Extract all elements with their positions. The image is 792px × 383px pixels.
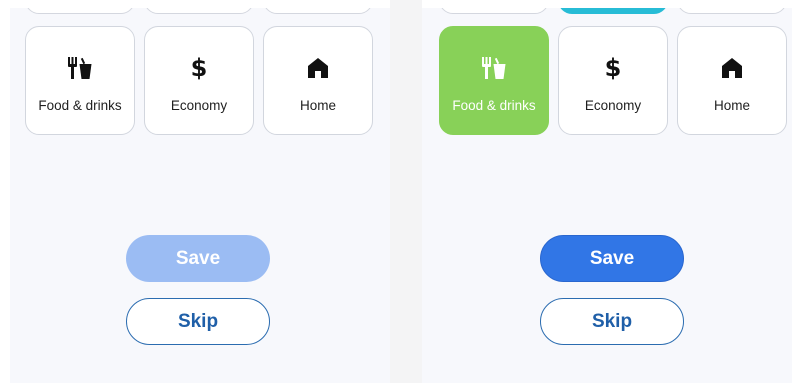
- category-card-food-drinks[interactable]: Food & drinks: [439, 26, 549, 135]
- category-card-home[interactable]: Home: [677, 26, 787, 135]
- save-button[interactable]: Save: [540, 235, 684, 282]
- fork-and-drink-icon: [65, 53, 95, 83]
- previous-row-card[interactable]: [677, 8, 787, 14]
- dollar-icon: $: [190, 54, 208, 82]
- category-card-economy[interactable]: $ Economy: [144, 26, 254, 135]
- category-label: Food & drinks: [38, 98, 122, 113]
- house-icon: [303, 53, 333, 83]
- previous-row-card[interactable]: [25, 8, 135, 14]
- house-icon: [717, 53, 747, 83]
- previous-row-card[interactable]: [439, 8, 549, 14]
- left-screen: Food & drinks $ Economy Home Save Skip: [10, 8, 390, 383]
- previous-row-card[interactable]: [144, 8, 254, 14]
- category-label: Food & drinks: [452, 98, 536, 113]
- category-label: Economy: [170, 98, 228, 113]
- fork-and-drink-icon: [479, 53, 509, 83]
- category-label: Home: [713, 98, 750, 113]
- category-label: Home: [299, 98, 336, 113]
- category-card-economy[interactable]: $ Economy: [558, 26, 668, 135]
- screen-divider: [390, 0, 422, 383]
- dollar-icon: $: [604, 54, 622, 82]
- right-screen: Food & drinks $ Economy Home Save Skip: [422, 8, 792, 383]
- category-card-home[interactable]: Home: [263, 26, 373, 135]
- category-card-food-drinks[interactable]: Food & drinks: [25, 26, 135, 135]
- save-button[interactable]: Save: [126, 235, 270, 282]
- comparison-stage: Food & drinks $ Economy Home Save Skip F…: [0, 0, 792, 383]
- previous-row-card[interactable]: [263, 8, 373, 14]
- skip-button[interactable]: Skip: [126, 298, 270, 345]
- skip-button[interactable]: Skip: [540, 298, 684, 345]
- category-label: Economy: [584, 98, 642, 113]
- previous-row-card-selected[interactable]: [558, 8, 668, 14]
